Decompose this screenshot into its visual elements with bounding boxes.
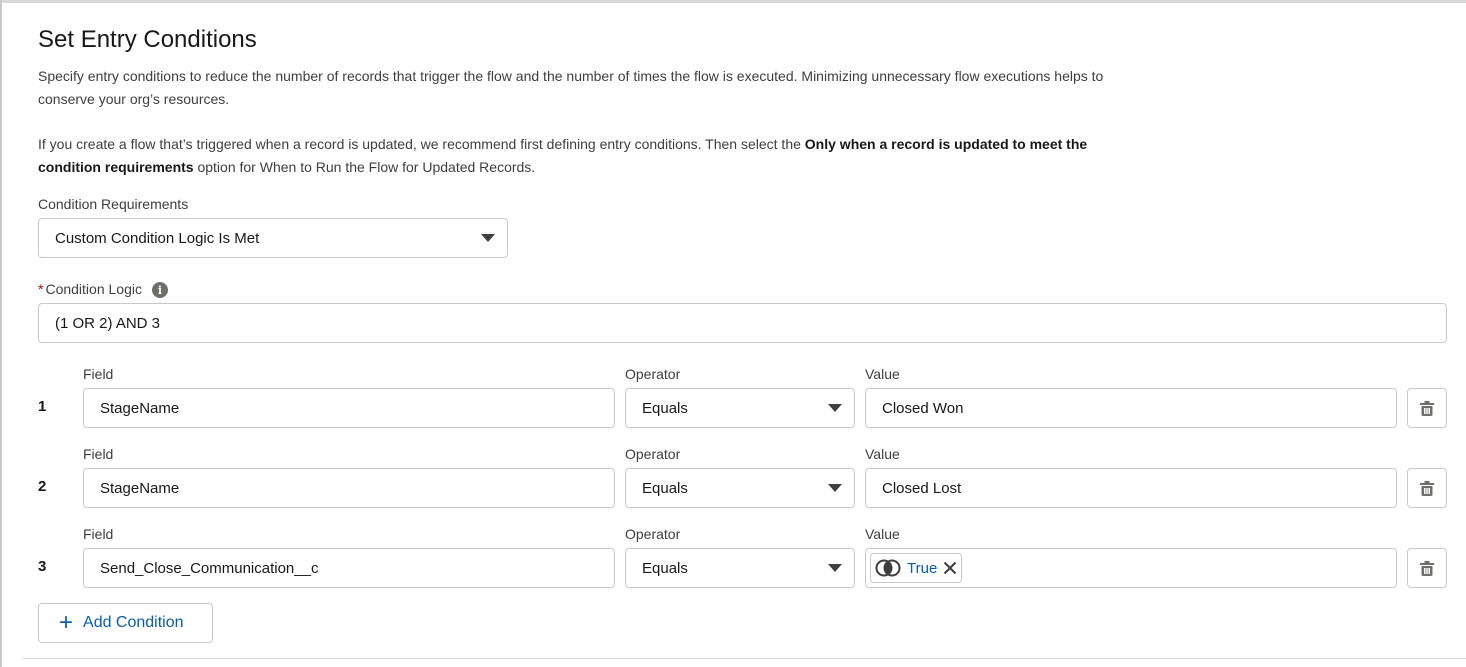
condition-logic-label: Condition Logic: [45, 281, 142, 297]
required-marker: *: [38, 281, 44, 297]
intro-p2-tail: option for When to Run the Flow for Upda…: [193, 158, 536, 175]
delete-condition-button[interactable]: [1407, 468, 1447, 508]
condition-number: 1: [38, 398, 47, 415]
info-icon[interactable]: i: [151, 282, 168, 299]
chevron-down-icon: [828, 484, 842, 492]
condition-requirements-value: Custom Condition Logic Is Met: [55, 229, 260, 247]
condition-logic-input[interactable]: (1 OR 2) AND 3: [38, 303, 1447, 343]
delete-condition-button[interactable]: [1407, 388, 1447, 428]
condition-number: 3: [38, 558, 47, 575]
field-value: StageName: [100, 399, 180, 417]
trash-icon: [1420, 560, 1434, 576]
left-panel-edge: [0, 0, 2, 667]
condition-number: 2: [38, 478, 47, 495]
condition-requirements-label: Condition Requirements: [38, 196, 189, 212]
chevron-down-icon: [828, 404, 842, 412]
value-label: Value: [865, 366, 900, 382]
trash-icon: [1420, 480, 1434, 496]
field-input[interactable]: StageName: [83, 468, 615, 508]
toggle-circles-icon: [875, 559, 901, 577]
section-divider: [22, 658, 1466, 659]
condition-logic-label-row: * Condition Logic i: [38, 281, 168, 299]
page-title: Set Entry Conditions: [38, 26, 257, 53]
chevron-down-icon: [481, 234, 495, 242]
trash-icon: [1420, 400, 1434, 416]
operator-select[interactable]: Equals: [625, 548, 855, 588]
condition-logic-value: (1 OR 2) AND 3: [55, 314, 161, 332]
field-input[interactable]: Send_Close_Communication__c: [83, 548, 615, 588]
field-label: Field: [83, 446, 114, 462]
field-input[interactable]: StageName: [83, 388, 615, 428]
top-border: [0, 0, 1466, 3]
value-input[interactable]: Closed Won: [865, 388, 1397, 428]
operator-select[interactable]: Equals: [625, 468, 855, 508]
value-label: Value: [865, 526, 900, 542]
intro-paragraph-2: If you create a flow that’s triggered wh…: [38, 133, 1118, 178]
value-text: Closed Lost: [882, 479, 962, 497]
value-input[interactable]: Closed Lost: [865, 468, 1397, 508]
field-label: Field: [83, 366, 114, 382]
value-text: Closed Won: [882, 399, 964, 417]
operator-label: Operator: [625, 446, 681, 462]
add-condition-button[interactable]: + Add Condition: [38, 603, 213, 643]
field-value: Send_Close_Communication__c: [100, 559, 319, 577]
condition-requirements-select[interactable]: Custom Condition Logic Is Met: [38, 218, 508, 258]
delete-condition-button[interactable]: [1407, 548, 1447, 588]
value-label: Value: [865, 446, 900, 462]
field-label: Field: [83, 526, 114, 542]
operator-label: Operator: [625, 366, 681, 382]
intro-paragraph-1: Specify entry conditions to reduce the n…: [38, 68, 1104, 107]
plus-icon: +: [59, 609, 74, 636]
operator-value: Equals: [642, 399, 688, 417]
operator-select[interactable]: Equals: [625, 388, 855, 428]
operator-value: Equals: [642, 479, 688, 497]
value-input[interactable]: True: [865, 548, 1397, 588]
operator-value: Equals: [642, 559, 688, 577]
field-value: StageName: [100, 479, 180, 497]
value-pill-label: True: [907, 559, 938, 577]
operator-label: Operator: [625, 526, 681, 542]
add-condition-label: Add Condition: [83, 614, 184, 631]
value-pill[interactable]: True: [870, 553, 963, 583]
chevron-down-icon: [828, 564, 842, 572]
close-icon[interactable]: [943, 561, 957, 575]
intro-p2-text: If you create a flow that’s triggered wh…: [38, 136, 805, 152]
